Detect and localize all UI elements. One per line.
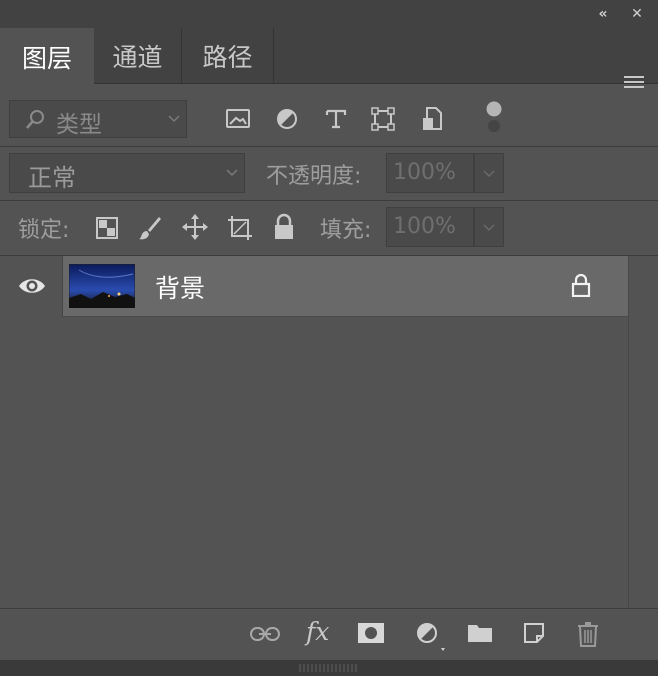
layer-selected-bg[interactable]: 背景	[63, 256, 628, 317]
search-icon	[26, 110, 44, 129]
layer-thumbnail	[69, 264, 135, 308]
opacity-label: 不透明度:	[266, 164, 362, 189]
fill-label: 填充:	[320, 218, 372, 243]
opacity-input[interactable]: 100%	[386, 153, 474, 193]
panel-titlebar: « ✕	[0, 0, 658, 28]
fill-input[interactable]: 100%	[386, 207, 474, 247]
filter-toggle-icon[interactable]	[485, 101, 503, 135]
panel-tabs: 图层 通道 路径	[0, 28, 658, 88]
tab-channels[interactable]: 通道	[94, 28, 182, 84]
panel-menu-icon[interactable]	[624, 74, 644, 90]
divider	[0, 146, 658, 147]
lock-image-pixels-icon[interactable]	[138, 215, 162, 241]
layer-mask-icon[interactable]	[358, 623, 384, 643]
trash-icon[interactable]	[577, 621, 599, 647]
layer-lock-icon	[571, 273, 591, 297]
divider	[0, 200, 658, 201]
tab-layers[interactable]: 图层	[0, 28, 94, 85]
filter-kind-select[interactable]: 类型	[9, 100, 187, 138]
chevron-down-icon	[168, 115, 180, 123]
layers-panel: « ✕ 图层 通道 路径 类型 正常 不透明度: 100% 锁定: 填充: 10…	[0, 0, 658, 676]
group-folder-icon[interactable]	[467, 623, 493, 643]
opacity-value: 100%	[393, 160, 456, 185]
smart-object-filter-icon[interactable]	[421, 106, 443, 132]
layer-name[interactable]: 背景	[155, 269, 205, 305]
tab-paths[interactable]: 路径	[182, 28, 274, 84]
lock-artboard-icon[interactable]	[226, 214, 254, 242]
resize-grip-icon[interactable]	[290, 663, 368, 673]
adjustment-filter-icon[interactable]	[276, 108, 298, 130]
lock-transparent-pixels-icon[interactable]	[96, 217, 118, 239]
blend-mode-select[interactable]: 正常	[9, 153, 245, 193]
lock-label: 锁定:	[18, 218, 70, 243]
chevron-down-icon	[226, 169, 238, 177]
fill-dropdown-button[interactable]	[474, 207, 504, 247]
fill-value: 100%	[393, 214, 456, 239]
fx-icon[interactable]: fx	[306, 617, 329, 646]
chevron-down-icon	[483, 224, 495, 232]
panel-footer	[0, 660, 658, 676]
blend-mode-value: 正常	[28, 164, 76, 192]
adjustment-layer-icon[interactable]	[416, 622, 446, 652]
bottom-toolbar: fx	[0, 608, 658, 660]
collapse-panel-icon[interactable]: «	[592, 3, 614, 25]
opacity-dropdown-button[interactable]	[474, 153, 504, 193]
layer-row[interactable]: 背景	[0, 256, 628, 317]
eye-icon[interactable]	[18, 276, 46, 296]
new-layer-icon[interactable]	[523, 622, 545, 644]
lock-position-icon[interactable]	[182, 214, 208, 240]
filter-kind-label: 类型	[56, 112, 102, 138]
shape-filter-icon[interactable]	[371, 107, 395, 131]
link-layers-icon[interactable]	[250, 625, 280, 643]
type-filter-icon[interactable]	[325, 108, 347, 130]
chevron-down-icon	[483, 170, 495, 178]
close-panel-icon[interactable]: ✕	[626, 3, 648, 25]
image-filter-icon[interactable]	[226, 108, 250, 130]
visibility-cell[interactable]	[0, 256, 63, 317]
lock-all-icon[interactable]	[273, 213, 295, 241]
layers-scrollbar[interactable]	[628, 256, 658, 608]
